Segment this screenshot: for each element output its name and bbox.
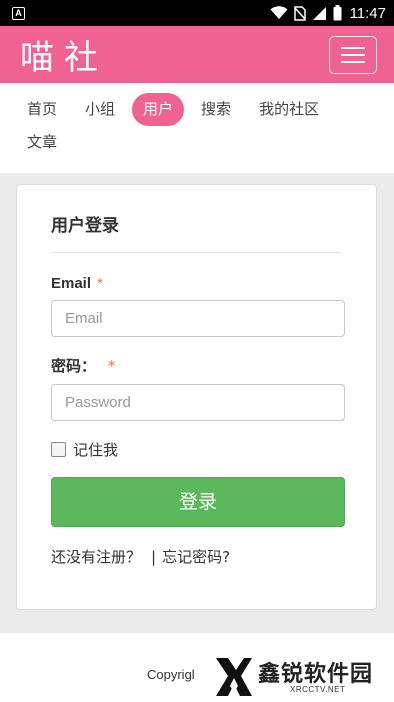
watermark: 鑫锐软件园 XRCCTV.NET	[214, 656, 384, 700]
hamburger-icon-line	[341, 60, 365, 63]
main-nav: 首页 小组 用户 搜索 我的社区 文章	[0, 83, 394, 173]
email-field[interactable]	[51, 300, 345, 337]
email-label: Email *	[51, 275, 342, 292]
no-sim-icon	[293, 5, 306, 21]
email-label-text: Email	[51, 275, 92, 292]
remember-me-label: 记住我	[73, 441, 119, 459]
nav-item-home[interactable]: 首页	[16, 93, 68, 126]
login-button[interactable]: 登录	[51, 477, 345, 527]
signal-icon	[312, 6, 326, 20]
register-link[interactable]: 还没有注册？	[51, 546, 141, 567]
copyright-text: Copyrigl	[147, 667, 195, 682]
nav-item-articles[interactable]: 文章	[16, 126, 68, 159]
app-header: 喵社	[0, 26, 394, 83]
password-field[interactable]	[51, 384, 345, 421]
nav-item-my-community[interactable]: 我的社区	[248, 93, 330, 126]
battery-icon	[333, 5, 342, 21]
hamburger-icon-line	[341, 46, 365, 49]
auth-links: 还没有注册？ | 忘记密码?	[51, 546, 342, 567]
watermark-url: XRCCTV.NET	[290, 685, 346, 694]
password-label: 密码： *	[51, 355, 342, 376]
hamburger-menu-button[interactable]	[329, 35, 377, 74]
hamburger-icon-line	[341, 53, 365, 56]
nav-item-users[interactable]: 用户	[132, 93, 185, 126]
link-separator: |	[151, 547, 157, 566]
site-logo[interactable]: 喵社	[20, 30, 108, 79]
password-label-text: 密码：	[51, 357, 97, 375]
clock: 11:47	[349, 4, 386, 22]
watermark-x-logo-icon	[216, 658, 252, 696]
login-card: 用户登录 Email * 密码： * 记住我 登录 还没有注册？ | 忘记密码?	[16, 184, 377, 610]
status-bar: A 11:47	[0, 0, 394, 26]
app-notification-icon: A	[12, 6, 25, 20]
wifi-icon	[270, 6, 288, 19]
required-marker: *	[108, 356, 116, 375]
remember-me[interactable]: 记住我	[51, 439, 342, 460]
nav-item-groups[interactable]: 小组	[74, 93, 126, 126]
nav-item-search[interactable]: 搜索	[190, 93, 242, 126]
required-marker: *	[97, 275, 103, 292]
watermark-name: 鑫锐软件园	[258, 662, 374, 687]
remember-me-checkbox[interactable]	[51, 442, 66, 457]
forgot-password-link[interactable]: 忘记密码?	[162, 546, 230, 567]
login-title: 用户登录	[51, 185, 342, 253]
